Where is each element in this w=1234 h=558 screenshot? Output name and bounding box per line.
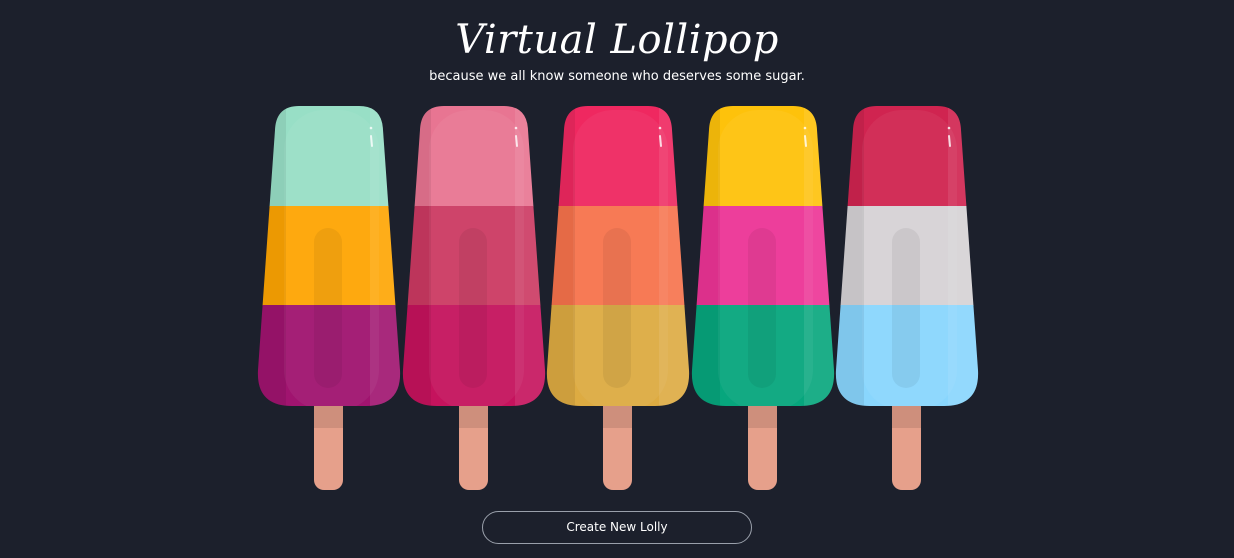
lolly-4-graphic <box>691 106 835 490</box>
lolly-body <box>257 106 401 406</box>
lolly-shine-line <box>515 135 518 147</box>
lolly-shine-line <box>370 135 373 147</box>
lolly-3-graphic <box>546 106 690 490</box>
lolly-groove <box>892 228 920 388</box>
lolly-groove <box>603 228 631 388</box>
lolly-shine-dot <box>803 126 807 130</box>
create-new-lolly-button[interactable]: Create New Lolly <box>482 511 752 544</box>
lolly-shine-dot <box>369 126 373 130</box>
lolly-5 <box>832 100 982 500</box>
lolly-groove <box>314 228 342 388</box>
lolly-shine-dot <box>947 126 951 130</box>
lolly-5-graphic <box>835 106 979 490</box>
lolly-groove <box>459 228 487 388</box>
lolly-shade-left <box>257 106 286 406</box>
lolly-4 <box>688 100 838 500</box>
lolly-shade-left <box>835 106 864 406</box>
lolly-2-graphic <box>402 106 546 490</box>
lolly-3 <box>543 100 693 500</box>
lolly-1 <box>254 100 404 500</box>
lolly-1-graphic <box>257 106 401 490</box>
lolly-body <box>546 106 690 406</box>
lolly-groove <box>748 228 776 388</box>
lolly-shine-dot <box>514 126 518 130</box>
lolly-gallery <box>0 0 1234 558</box>
lolly-shade-left <box>402 106 431 406</box>
lolly-body <box>402 106 546 406</box>
lolly-shade-left <box>546 106 575 406</box>
lolly-shine-dot <box>658 126 662 130</box>
lolly-shine-line <box>948 135 951 147</box>
lolly-body <box>835 106 979 406</box>
lolly-body <box>691 106 835 406</box>
lolly-2 <box>399 100 549 500</box>
lolly-shine-line <box>659 135 662 147</box>
lolly-shine-line <box>804 135 807 147</box>
lolly-shade-left <box>691 106 720 406</box>
